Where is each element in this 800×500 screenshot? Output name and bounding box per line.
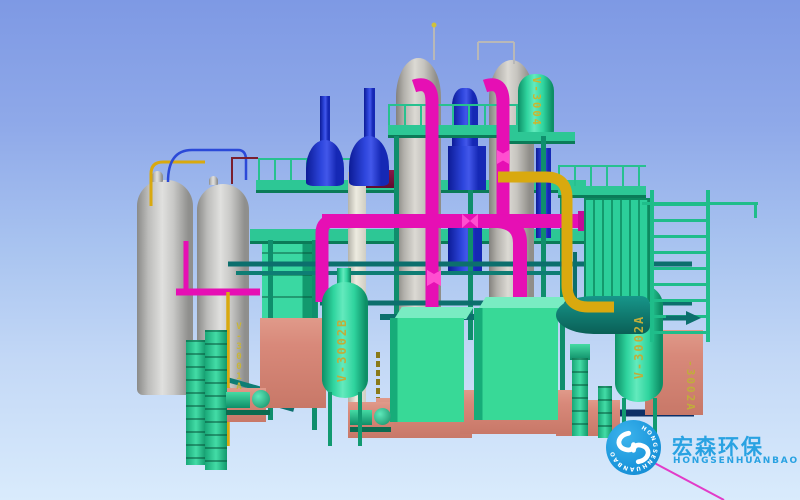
yellow-big-elbow: [498, 177, 614, 307]
tag-v3002b: V-3002B: [335, 295, 349, 405]
logo-h-stroke-1: [619, 433, 634, 450]
tag-v3002a: V-3002A: [632, 292, 646, 402]
brand-logo-circle: HONGSENHUANBAO: [606, 420, 661, 475]
brand-logo-mark: HONGSENHUANBAO: [606, 420, 661, 475]
tag-v3001a-stacked: V-3001A: [234, 322, 244, 392]
logo-h-stroke-2: [634, 445, 649, 462]
teal-arrow-head: [686, 311, 701, 325]
plant-3d-render: V-3002B V-3002A -3002A V-3004 V-3001A HO…: [0, 0, 800, 500]
tag-v3004: V-3004: [529, 52, 543, 152]
brand-watermark: HONGSENHUANBAO 宏森环保 HONGSENHUANBAO: [600, 414, 800, 484]
brand-name-en: HONGSENHUANBAO: [673, 456, 799, 466]
